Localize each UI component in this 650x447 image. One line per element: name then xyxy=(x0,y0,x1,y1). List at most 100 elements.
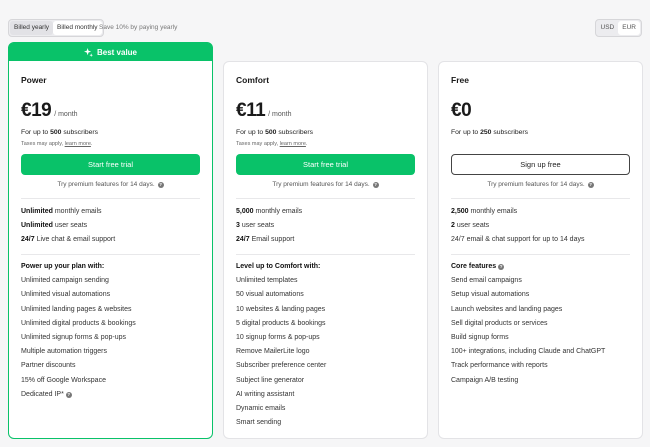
subscriber-limit: For up to 500 subscribers xyxy=(236,129,415,136)
list-item: Unlimited signup forms & pop-ups xyxy=(21,333,127,341)
subs-prefix: For up to xyxy=(236,129,264,136)
start-free-trial-button[interactable]: Start free trial xyxy=(236,154,415,175)
list-item: Build signup forms xyxy=(451,333,509,341)
plan-card-free: Free €0 For up to 250 subscribers Sign u… xyxy=(438,61,643,439)
subscriber-limit: For up to 250 subscribers xyxy=(451,129,630,136)
features-title: Core features ? xyxy=(451,263,505,270)
price-amount: €19 xyxy=(21,100,52,121)
price-period: / month xyxy=(268,111,292,118)
plan-name: Free xyxy=(451,75,469,85)
list-item: Partner discounts xyxy=(21,362,76,370)
list-item: 50 visual automations xyxy=(236,291,304,299)
trial-note-text: Try premium features for 14 days. xyxy=(487,181,585,188)
list-item: Subscriber preference center xyxy=(236,362,327,370)
plan-price: €19 / month xyxy=(21,100,200,122)
features-list: Power up your plan with: Unlimited campa… xyxy=(21,260,204,402)
list-item: AI writing assistant xyxy=(236,390,295,398)
list-item: Track performance with reports xyxy=(451,362,548,370)
tax-text: Taxes may apply, xyxy=(21,141,64,147)
list-item: Unlimited digital products & bookings xyxy=(21,319,136,327)
learn-more-link[interactable]: learn more xyxy=(65,141,91,147)
list-item: Sell digital products or services xyxy=(451,319,548,327)
list-item: 10 signup forms & pop-ups xyxy=(236,333,320,341)
subs-suffix: subscribers xyxy=(493,129,529,136)
basics-list: 2,500 monthly emails 2 user seats 24/7 e… xyxy=(451,205,634,248)
subs-suffix: subscribers xyxy=(278,129,314,136)
currency-eur-option[interactable]: EUR xyxy=(618,21,640,35)
list-item: 100+ integrations, including Claude and … xyxy=(451,348,606,356)
tax-text: Taxes may apply, xyxy=(236,141,279,147)
list-item: 24/7 email & chat support for up to 14 d… xyxy=(451,236,585,244)
list-item: 2,500 monthly emails xyxy=(451,208,518,215)
tax-note: Taxes may apply, learn more. xyxy=(21,141,200,147)
basics-list: Unlimited monthly emails Unlimited user … xyxy=(21,205,204,248)
list-item: 3 user seats xyxy=(236,222,275,230)
info-icon[interactable]: ? xyxy=(65,391,72,398)
price-amount: €11 xyxy=(236,100,266,121)
list-item: 5 digital products & bookings xyxy=(236,319,326,327)
currency-toggle: USD EUR xyxy=(594,19,642,37)
features-title: Level up to Comfort with: xyxy=(236,263,321,270)
list-item: Unlimited landing pages & websites xyxy=(21,305,132,313)
subs-prefix: For up to xyxy=(451,129,479,136)
info-icon[interactable]: ? xyxy=(157,181,164,188)
list-item: 24/7 Email support xyxy=(236,236,295,244)
list-item: Launch websites and landing pages xyxy=(451,305,563,313)
list-item: Remove MailerLite logo xyxy=(236,348,310,356)
divider xyxy=(21,198,200,199)
subs-suffix: subscribers xyxy=(63,129,99,136)
learn-more-link[interactable]: learn more xyxy=(280,141,306,147)
list-item: Unlimited templates xyxy=(236,277,298,285)
features-title: Power up your plan with: xyxy=(21,263,105,270)
list-item: 15% off Google Workspace xyxy=(21,376,106,384)
tax-end: . xyxy=(90,141,93,147)
divider xyxy=(21,254,200,255)
tax-note: Taxes may apply, learn more. xyxy=(236,141,415,147)
top-bar: Billed yearly Billed monthly Save 10% by… xyxy=(8,19,642,37)
list-item: Subject line generator xyxy=(236,376,305,384)
best-value-label: Best value xyxy=(96,47,138,57)
list-item: 5,000 monthly emails xyxy=(236,208,303,215)
start-free-trial-button[interactable]: Start free trial xyxy=(21,154,200,175)
subscriber-limit: For up to 500 subscribers xyxy=(21,129,200,136)
divider xyxy=(236,198,415,199)
list-item: Campaign A/B testing xyxy=(451,376,519,384)
info-icon[interactable]: ? xyxy=(372,181,379,188)
list-item: Dynamic emails xyxy=(236,404,286,412)
trial-note-text: Try premium features for 14 days. xyxy=(57,181,155,188)
subs-count: 500 xyxy=(265,129,277,136)
sparkle-icon xyxy=(83,47,93,57)
list-item: 24/7 Live chat & email support xyxy=(21,236,116,244)
trial-note: Try premium features for 14 days. ? xyxy=(451,181,630,188)
plan-name: Comfort xyxy=(236,75,270,85)
list-item: Dedicated IP* ? xyxy=(21,390,72,398)
divider xyxy=(236,254,415,255)
plan-card-power: Best value Power €19 / month For up to 5… xyxy=(8,42,213,439)
trial-note-text: Try premium features for 14 days. xyxy=(272,181,370,188)
divider xyxy=(451,254,630,255)
billed-yearly-option[interactable]: Billed yearly xyxy=(10,21,54,35)
currency-usd-option[interactable]: USD xyxy=(597,21,619,35)
list-item: Unlimited visual automations xyxy=(21,291,111,299)
info-icon[interactable]: ? xyxy=(498,264,505,270)
plan-card-comfort: Comfort €11 / month For up to 500 subscr… xyxy=(223,61,428,439)
subs-prefix: For up to xyxy=(21,129,49,136)
trial-note: Try premium features for 14 days. ? xyxy=(236,181,415,188)
save-note: Save 10% by paying yearly xyxy=(99,24,178,31)
divider xyxy=(451,198,630,199)
sign-up-free-button[interactable]: Sign up free xyxy=(451,154,630,175)
list-item: 2 user seats xyxy=(451,222,490,230)
info-icon[interactable]: ? xyxy=(587,181,594,188)
billing-toggle: Billed yearly Billed monthly xyxy=(8,19,104,37)
features-list: Core features ? Send email campaigns Set… xyxy=(451,260,634,388)
list-item: Unlimited monthly emails xyxy=(21,208,102,215)
list-item: Send email campaigns xyxy=(451,277,522,285)
features-list: Level up to Comfort with: Unlimited temp… xyxy=(236,260,419,430)
list-item: Smart sending xyxy=(236,419,282,427)
list-item: Setup visual automations xyxy=(451,291,530,299)
basics-list: 5,000 monthly emails 3 user seats 24/7 E… xyxy=(236,205,419,248)
list-item: Multiple automation triggers xyxy=(21,348,107,356)
billed-monthly-option[interactable]: Billed monthly xyxy=(53,21,102,35)
price-period: / month xyxy=(54,111,78,118)
list-item: Unlimited user seats xyxy=(21,222,88,230)
